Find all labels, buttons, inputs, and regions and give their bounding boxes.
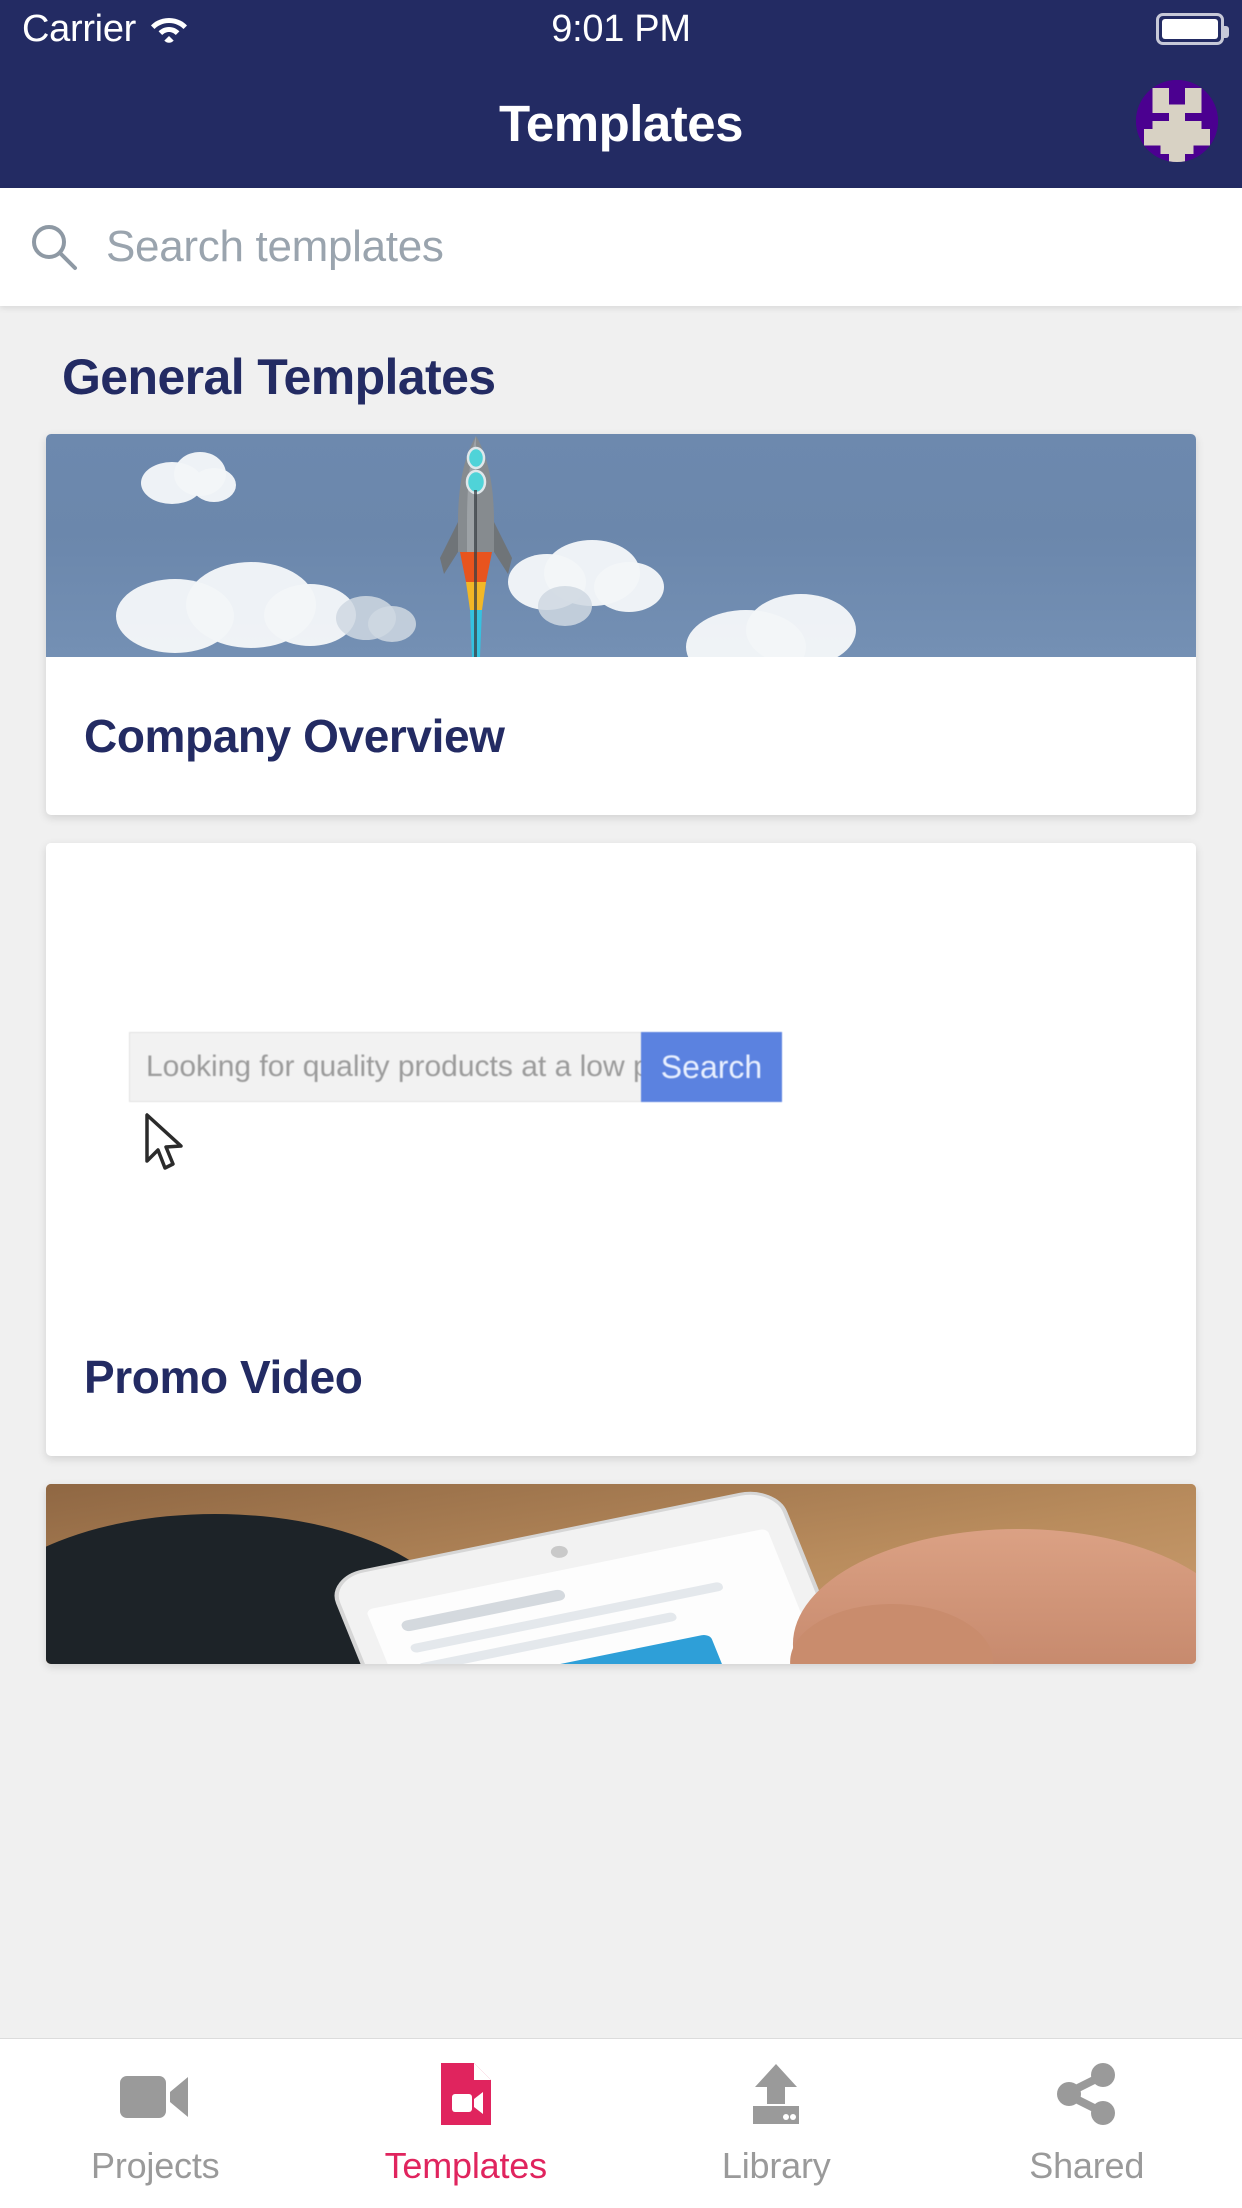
battery-full-icon bbox=[1156, 13, 1229, 45]
search-bar-mockup: Looking for quality products at a low pr… bbox=[46, 843, 1196, 1298]
tab-label: Library bbox=[721, 2144, 831, 2186]
mock-search-row: Looking for quality products at a low pr… bbox=[129, 1032, 782, 1102]
search-bar[interactable]: Search templates bbox=[0, 188, 1242, 306]
video-camera-icon bbox=[118, 2061, 192, 2127]
section-header-general-templates: General Templates bbox=[62, 349, 496, 405]
template-card[interactable]: Looking for quality products at a low pr… bbox=[46, 843, 1196, 1456]
tab-library[interactable]: Library bbox=[621, 2039, 932, 2208]
page-title: Templates bbox=[499, 94, 743, 152]
upload-icon bbox=[745, 2061, 807, 2127]
hand-holding-phone-photo bbox=[46, 1484, 1196, 1664]
search-icon bbox=[28, 221, 80, 273]
tab-label: Shared bbox=[1029, 2144, 1145, 2186]
mock-search-button: Search bbox=[641, 1032, 782, 1102]
status-bar-time: 9:01 PM bbox=[551, 7, 691, 50]
tab-projects[interactable]: Projects bbox=[0, 2039, 311, 2208]
share-nodes-icon bbox=[1056, 2061, 1118, 2127]
templates-scroll-area[interactable]: General Templates Company Overview Looki… bbox=[0, 306, 1242, 2038]
tab-templates[interactable]: Templates bbox=[311, 2039, 622, 2208]
template-card-title: Promo Video bbox=[84, 1351, 363, 1403]
mock-search-field: Looking for quality products at a low pr… bbox=[129, 1032, 715, 1102]
template-card-title: Company Overview bbox=[84, 710, 505, 762]
search-input[interactable]: Search templates bbox=[106, 222, 444, 272]
avatar-identicon[interactable] bbox=[1136, 80, 1218, 162]
tab-label: Projects bbox=[91, 2144, 220, 2186]
video-file-icon bbox=[438, 2061, 494, 2127]
navigation-bar: Templates bbox=[0, 58, 1242, 188]
template-card[interactable]: Company Overview bbox=[46, 434, 1196, 815]
mouse-pointer-icon bbox=[145, 1113, 183, 1170]
rocket-launch-illustration bbox=[46, 434, 1196, 657]
tab-shared[interactable]: Shared bbox=[932, 2039, 1242, 2208]
tab-label: Templates bbox=[384, 2144, 547, 2186]
template-card[interactable] bbox=[46, 1484, 1196, 1664]
status-bar: Carrier 9:01 PM bbox=[0, 0, 1242, 58]
bottom-tab-bar: Projects Templates Library Shared bbox=[0, 2038, 1242, 2208]
status-bar-right bbox=[1156, 13, 1229, 45]
